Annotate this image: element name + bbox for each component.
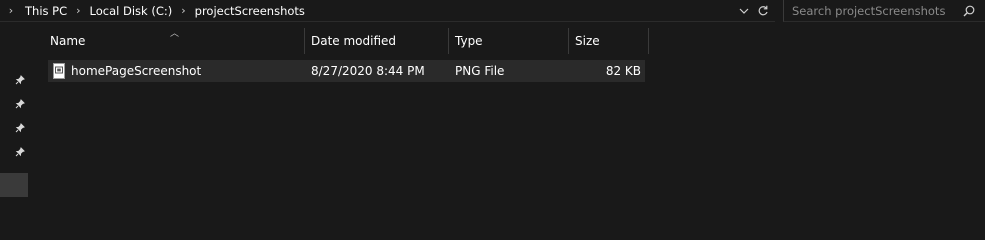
column-header-label: Type <box>455 34 483 48</box>
navigation-pane <box>0 22 30 201</box>
pin-icon[interactable] <box>14 98 26 110</box>
column-header-size[interactable]: Size <box>569 28 649 54</box>
refresh-icon[interactable] <box>753 0 773 22</box>
file-explorer-window: › This PC › Local Disk (C:) › projectScr… <box>0 0 985 201</box>
pin-icon[interactable] <box>14 146 26 158</box>
breadcrumb-local-disk[interactable]: Local Disk (C:) <box>87 4 176 18</box>
search-input[interactable] <box>784 0 956 21</box>
chevron-down-icon[interactable] <box>733 0 755 22</box>
file-size: 82 KB <box>605 64 641 78</box>
search-box[interactable] <box>783 0 985 22</box>
column-header-label: Size <box>575 34 600 48</box>
file-row[interactable]: homePageScreenshot 8/27/2020 8:44 PM PNG… <box>48 60 645 82</box>
pin-icon[interactable] <box>14 122 26 134</box>
file-name[interactable]: homePageScreenshot <box>71 60 201 82</box>
search-icon[interactable] <box>956 0 982 22</box>
chevron-right-icon[interactable]: › <box>175 4 191 17</box>
address-bar[interactable]: › This PC › Local Disk (C:) › projectScr… <box>0 0 775 22</box>
file-type: PNG File <box>455 64 505 78</box>
chevron-right-icon[interactable]: › <box>70 4 86 17</box>
breadcrumb-this-pc[interactable]: This PC <box>22 4 70 18</box>
column-header-date-modified[interactable]: Date modified <box>305 28 449 54</box>
column-header-label: Name <box>50 34 86 48</box>
column-header-type[interactable]: Type <box>449 28 569 54</box>
png-file-icon <box>53 63 65 79</box>
nav-item-selected[interactable] <box>0 173 28 197</box>
chevron-right-icon[interactable]: › <box>0 4 22 17</box>
column-header-name[interactable]: Name <box>44 28 305 54</box>
breadcrumb-project-screenshots[interactable]: projectScreenshots <box>192 4 308 18</box>
pin-icon[interactable] <box>14 74 26 86</box>
column-header-label: Date modified <box>311 34 397 48</box>
file-date-modified: 8/27/2020 8:44 PM <box>311 64 425 78</box>
